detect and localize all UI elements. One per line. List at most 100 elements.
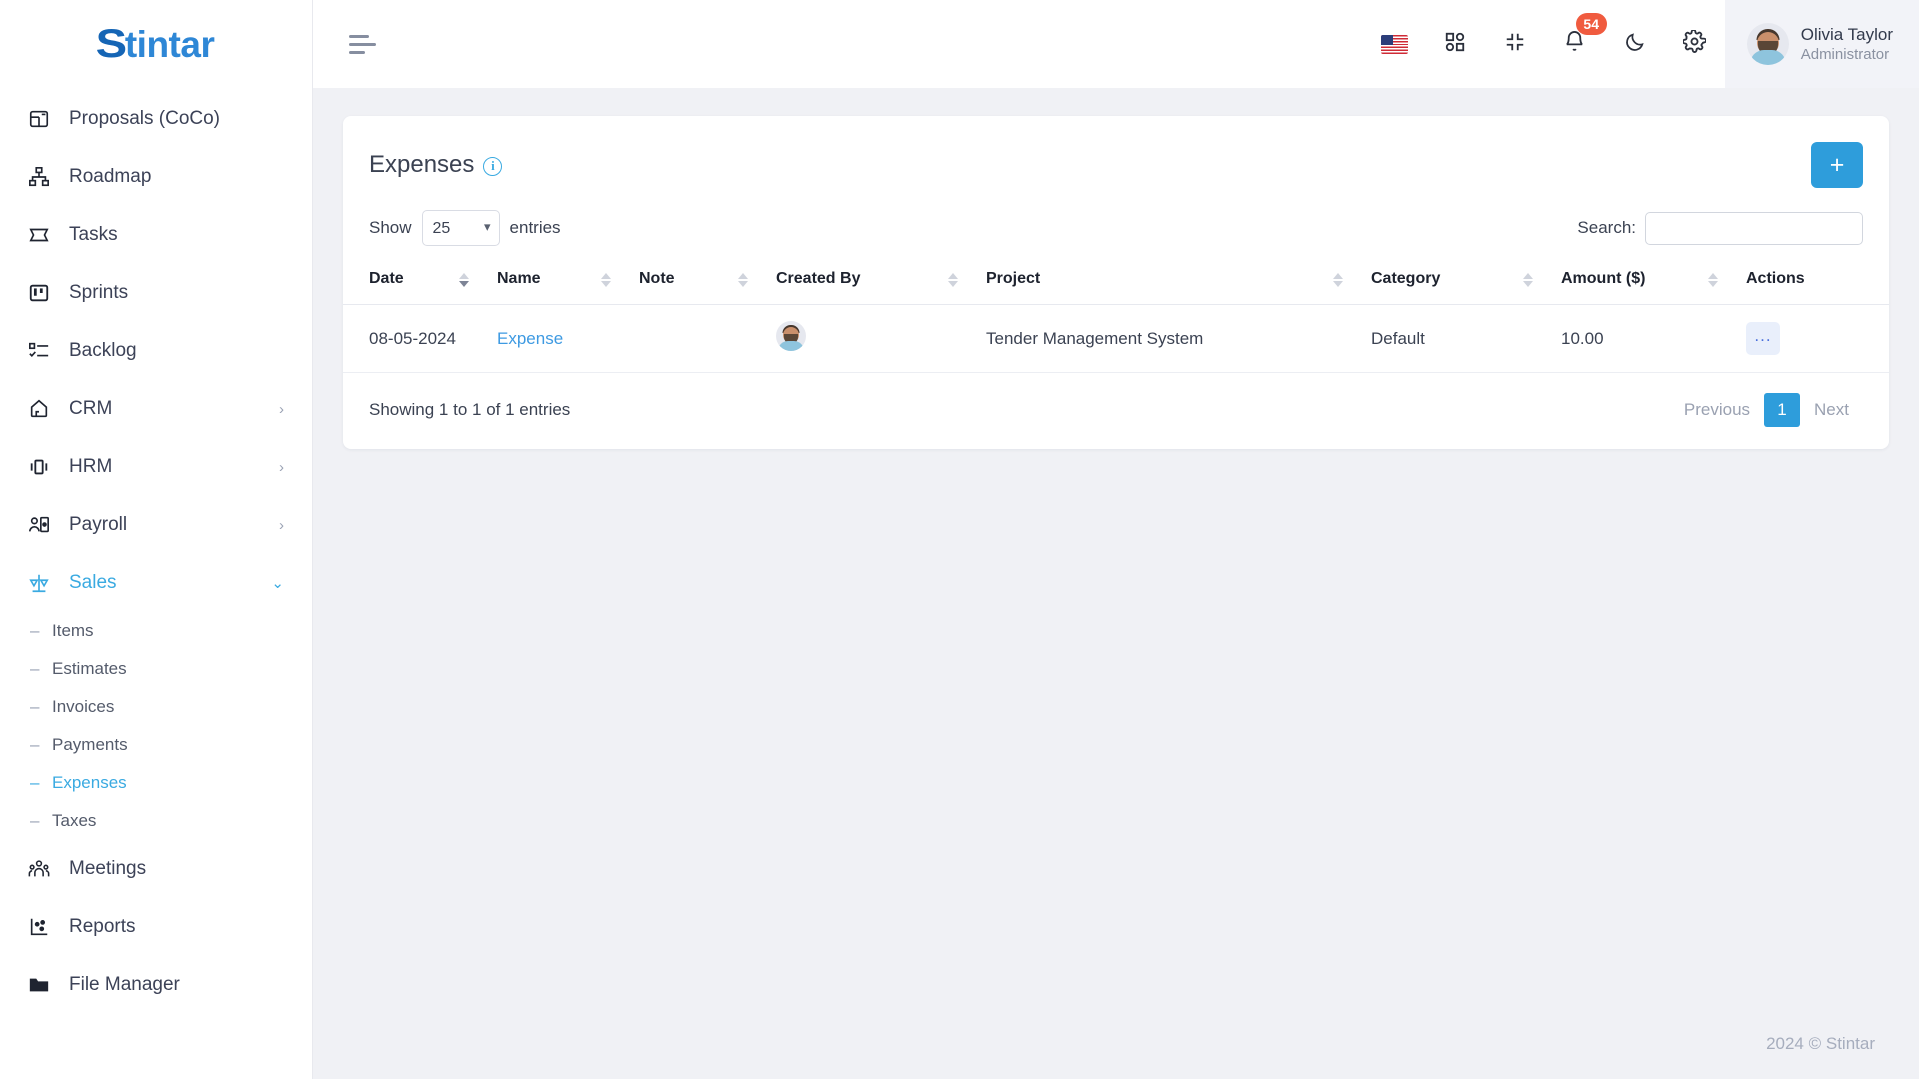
column-label: Amount ($)	[1561, 270, 1646, 287]
page-title: Expenses	[369, 151, 475, 178]
sidebar-nav: Proposals (CoCo) Roadmap Tasks Sprints B…	[0, 88, 312, 1079]
brand-logo[interactable]: Stintar	[0, 0, 312, 88]
sort-icon[interactable]	[738, 273, 748, 287]
sidebar-item-label: CRM	[69, 398, 113, 419]
table-body: 08-05-2024 Expense Tender Management Sys…	[343, 304, 1889, 373]
brand-text: Stintar	[95, 22, 215, 67]
sidebar-item-proposals[interactable]: Proposals (CoCo)	[0, 90, 312, 148]
sort-icon[interactable]	[1333, 273, 1343, 287]
dash-icon: –	[30, 697, 40, 716]
backlog-icon	[26, 338, 52, 364]
settings-button[interactable]	[1665, 0, 1725, 88]
pagination-previous[interactable]: Previous	[1670, 393, 1764, 427]
cell-category: Default	[1359, 304, 1549, 373]
sort-icon[interactable]	[601, 273, 611, 287]
sidebar-item-roadmap[interactable]: Roadmap	[0, 148, 312, 206]
column-header-name[interactable]: Name	[485, 256, 627, 305]
sidebar-item-label: HRM	[69, 456, 113, 477]
payroll-icon	[26, 512, 52, 538]
sort-icon[interactable]	[1708, 273, 1718, 287]
notification-badge: 54	[1575, 13, 1607, 35]
cell-actions: ...	[1734, 304, 1889, 373]
theme-toggle[interactable]	[1605, 0, 1665, 88]
search-control: Search:	[1577, 211, 1863, 245]
sidebar-subitem-label: Invoices	[52, 697, 115, 716]
footer: 2024 © Stintar	[313, 1009, 1919, 1079]
notifications-button[interactable]: 54	[1545, 0, 1607, 88]
sort-icon[interactable]	[459, 273, 469, 287]
language-selector[interactable]	[1365, 0, 1425, 88]
sidebar-subitem-expenses[interactable]: – Expenses	[0, 764, 312, 802]
sidebar-item-label: File Manager	[69, 974, 180, 995]
sidebar-item-label: Payroll	[69, 514, 128, 535]
sidebar-item-payroll[interactable]: Payroll ›	[0, 496, 312, 554]
column-header-note[interactable]: Note	[627, 256, 764, 305]
crm-icon	[26, 396, 52, 422]
expenses-card: Expenses i + Show 251050100 ▾ entries	[343, 116, 1889, 449]
sales-icon	[26, 570, 52, 596]
sidebar-item-sprints[interactable]: Sprints	[0, 264, 312, 322]
sort-icon[interactable]	[948, 273, 958, 287]
hamburger-icon[interactable]	[349, 27, 383, 61]
sidebar-item-hrm[interactable]: HRM ›	[0, 438, 312, 496]
sidebar-subitem-estimates[interactable]: – Estimates	[0, 650, 312, 688]
fullscreen-button[interactable]	[1485, 0, 1545, 88]
sidebar-subitem-invoices[interactable]: – Invoices	[0, 688, 312, 726]
show-label: Show	[369, 218, 412, 237]
cell-name[interactable]: Expense	[485, 304, 627, 373]
sidebar-item-label: Roadmap	[69, 166, 152, 187]
sidebar: Stintar Proposals (CoCo) Roadmap Tasks S…	[0, 0, 313, 1079]
column-label: Note	[639, 270, 675, 287]
avatar	[1746, 23, 1789, 65]
column-label: Actions	[1746, 270, 1805, 287]
pagination-page-1[interactable]: 1	[1764, 393, 1801, 427]
user-menu[interactable]: Olivia Taylor Administrator	[1724, 0, 1919, 88]
search-input[interactable]	[1645, 211, 1863, 245]
table-row[interactable]: 08-05-2024 Expense Tender Management Sys…	[343, 304, 1889, 373]
page-size-select[interactable]: 251050100	[421, 210, 500, 246]
roadmap-icon	[26, 164, 52, 190]
pagination-next[interactable]: Next	[1800, 393, 1863, 427]
info-icon[interactable]: i	[483, 156, 503, 176]
meetings-icon	[26, 856, 52, 882]
row-actions-button[interactable]: ...	[1746, 322, 1780, 355]
cell-project: Tender Management System	[974, 304, 1359, 373]
apps-button[interactable]	[1425, 0, 1485, 88]
sidebar-item-sales[interactable]: Sales ⌄	[0, 554, 312, 612]
dash-icon: –	[30, 811, 40, 830]
sort-icon[interactable]	[1523, 273, 1533, 287]
sidebar-item-meetings[interactable]: Meetings	[0, 840, 312, 898]
table-header-row: Date Name Note Created By Project Catego…	[343, 256, 1889, 305]
column-header-project[interactable]: Project	[974, 256, 1359, 305]
chevron-right-icon: ›	[279, 516, 284, 534]
sidebar-subitem-payments[interactable]: – Payments	[0, 726, 312, 764]
creator-avatar	[776, 321, 806, 351]
gear-icon	[1682, 29, 1708, 58]
sidebar-subitem-label: Taxes	[52, 811, 97, 830]
sprints-icon	[26, 280, 52, 306]
sidebar-item-file-manager[interactable]: File Manager	[0, 956, 312, 1014]
table-toolbar: Show 251050100 ▾ entries Search:	[343, 196, 1889, 256]
us-flag-icon	[1381, 34, 1409, 54]
column-header-date[interactable]: Date	[343, 256, 485, 305]
cell-date: 08-05-2024	[343, 304, 485, 373]
sidebar-subitem-items[interactable]: – Items	[0, 612, 312, 650]
column-header-created-by[interactable]: Created By	[764, 256, 974, 305]
sidebar-item-tasks[interactable]: Tasks	[0, 206, 312, 264]
cell-note	[627, 304, 764, 373]
sidebar-item-backlog[interactable]: Backlog	[0, 322, 312, 380]
copyright-text: 2024 © Stintar	[1766, 1034, 1875, 1053]
page-size-select-wrap: 251050100 ▾	[421, 210, 500, 246]
sidebar-item-reports[interactable]: Reports	[0, 898, 312, 956]
dash-icon: –	[30, 773, 40, 792]
sidebar-subitem-taxes[interactable]: – Taxes	[0, 802, 312, 840]
compress-icon	[1504, 31, 1526, 58]
hrm-icon	[26, 454, 52, 480]
sidebar-item-crm[interactable]: CRM ›	[0, 380, 312, 438]
column-header-category[interactable]: Category	[1359, 256, 1549, 305]
column-header-amount[interactable]: Amount ($)	[1549, 256, 1734, 305]
sidebar-subitem-label: Payments	[52, 735, 128, 754]
column-label: Name	[497, 270, 541, 287]
add-expense-button[interactable]: +	[1811, 142, 1863, 188]
dash-icon: –	[30, 735, 40, 754]
